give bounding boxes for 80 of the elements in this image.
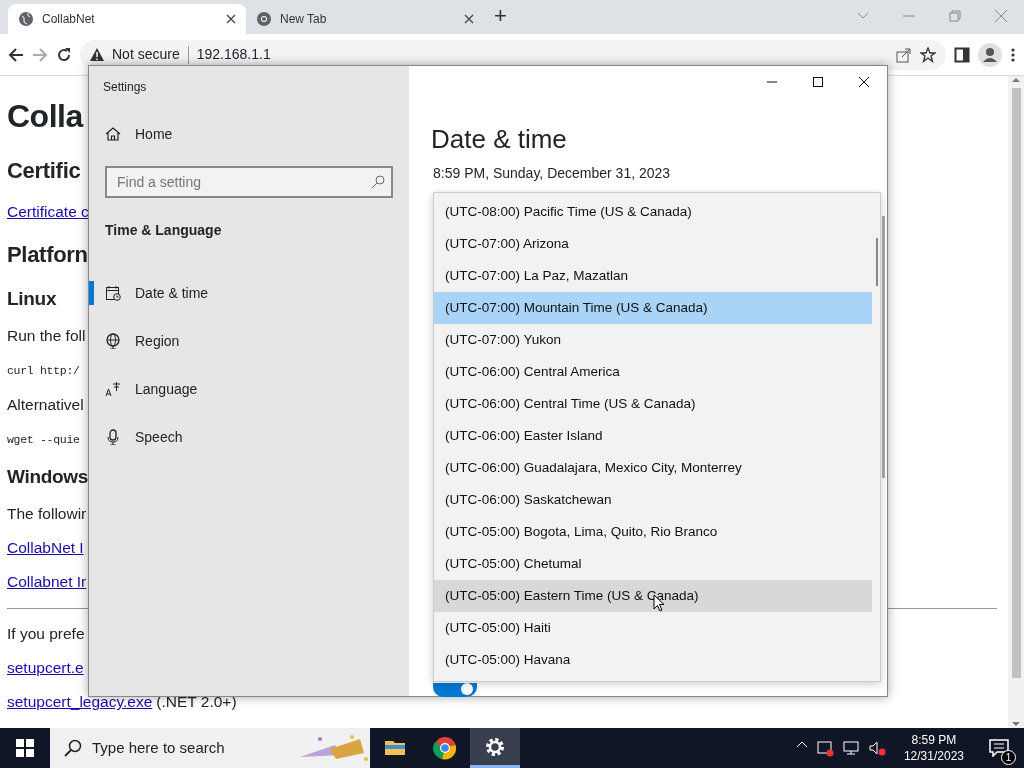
timezone-option[interactable]: (UTC-05:00) Bogota, Lima, Quito, Rio Branco [434,516,872,548]
browser-tab[interactable]: New Tab [246,4,484,34]
subsection-heading: Linux [7,286,57,311]
globe-icon [105,333,121,349]
timezone-option[interactable]: (UTC-08:00) Pacific Time (US & Canada) [434,196,872,228]
close-icon[interactable] [859,77,869,87]
reload-icon[interactable] [56,46,72,63]
section-heading: Certific [7,156,81,185]
paragraph: If you prefe [7,624,85,645]
timezone-option[interactable]: (UTC-05:00) Havana [434,644,872,676]
toggle-switch[interactable] [433,683,477,697]
menu-icon[interactable] [1010,46,1016,63]
scrollbar-thumb[interactable] [876,238,878,286]
security-label: Not secure [112,45,180,64]
paragraph: Alternativel [7,395,84,416]
nav-item[interactable]: Speech [89,413,407,461]
timezone-option[interactable]: (UTC-06:00) Guadalajara, Mexico City, Monterrey [434,452,872,484]
timezone-option[interactable]: (UTC-07:00) Arizona [434,228,872,260]
windows-logo-icon [16,739,34,757]
search-icon [64,739,82,757]
scrollbar-thumb[interactable] [882,216,885,478]
timezone-option[interactable]: (UTC-05:00) Eastern Time (US & Canada) [434,580,872,612]
section-title: Time & Language [104,221,223,240]
timezone-option[interactable]: (UTC-06:00) Central Time (US & Canada) [434,388,872,420]
link[interactable]: setupcert.e [7,656,84,680]
timezone-option[interactable]: (UTC-05:00) Haiti [434,612,872,644]
side-panel-icon[interactable] [954,46,970,63]
maximize-icon[interactable] [813,77,823,87]
page-heading: Colla [7,97,83,136]
profile-icon[interactable] [978,42,1002,67]
notification-center-button[interactable]: 1 [974,728,1024,768]
scrollbar-thumb[interactable] [1011,88,1021,678]
section-heading: Platforn [7,240,88,269]
chrome-icon [433,736,457,760]
link[interactable]: CollabNet I [7,536,84,560]
taskbar-search-field[interactable]: Type here to search [50,728,370,768]
search-icon[interactable] [371,175,385,189]
share-icon[interactable] [896,46,912,63]
chrome-icon [256,11,272,27]
star-icon[interactable] [920,46,936,63]
timezone-option[interactable]: (UTC-07:00) La Paz, Mazatlan [434,260,872,292]
home-icon [105,126,121,142]
paragraph: Run the foll [7,326,86,347]
code-line: wget --quie [7,431,80,448]
timezone-option[interactable]: (UTC-06:00) Easter Island [434,420,872,452]
paragraph: The followir [7,504,87,525]
code-line: curl http:/ [7,362,80,379]
monitor-icon[interactable] [841,739,860,757]
warning-icon [90,48,104,61]
notification-badge: 1 [1001,750,1016,765]
timezone-option[interactable]: (UTC-06:00) Saskatchewan [434,484,872,516]
timezone-option[interactable]: (UTC-06:00) Central America [434,356,872,388]
speaker-muted-icon[interactable] [867,739,886,757]
search-field[interactable]: Find a setting [105,166,393,198]
globe-icon [18,11,34,27]
subsection-heading: Windows [7,464,89,489]
timezone-option[interactable]: (UTC-07:00) Mountain Time (US & Canada) [434,292,872,324]
home-link[interactable]: Home [89,112,409,156]
microphone-icon [105,429,121,445]
language-icon [105,381,121,397]
nav-item[interactable]: Region [89,317,407,365]
browser-tab[interactable]: CollabNet [8,4,246,34]
close-icon[interactable] [464,14,474,24]
network-alert-icon[interactable] [815,739,834,757]
nav-item[interactable]: Language [89,365,407,413]
back-icon[interactable] [8,46,24,63]
new-tab-button[interactable]: + [484,0,517,34]
timezone-option[interactable]: (UTC-05:00) Chetumal [434,548,872,580]
link[interactable]: Certificate c [7,200,89,224]
page-heading: Date & time [431,123,567,156]
note-text: (.NET 2.0+) [156,692,237,713]
timezone-option[interactable]: (UTC-07:00) Yukon [434,324,872,356]
link[interactable]: setupcert_legacy.exe [7,690,153,714]
taskbar-app-button[interactable] [470,728,520,768]
calendar-clock-icon [105,285,121,301]
close-icon[interactable] [226,14,236,24]
link[interactable]: Collabnet Ir [7,570,87,594]
window-title: Settings [102,79,147,96]
current-date-time: 8:59 PM, Sunday, December 31, 2023 [433,164,671,183]
taskbar-clock[interactable]: 8:59 PM 12/31/2023 [893,732,974,764]
